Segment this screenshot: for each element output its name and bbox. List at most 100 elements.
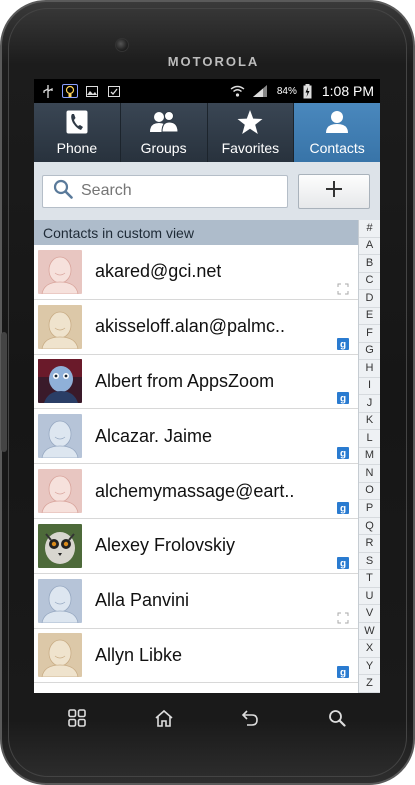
wifi-icon <box>230 84 246 98</box>
back-button[interactable] <box>230 700 270 740</box>
contact-name: Allyn Libke <box>95 644 183 665</box>
search-box[interactable] <box>42 174 288 208</box>
star-icon <box>237 108 263 136</box>
index-letter[interactable]: J <box>359 395 380 413</box>
index-letter[interactable]: S <box>359 553 380 571</box>
brand-logo: MOTOROLA <box>167 54 260 69</box>
menu-button[interactable] <box>57 700 97 740</box>
front-camera <box>115 38 129 52</box>
contact-row[interactable]: Albert from AppsZoom g <box>34 354 358 410</box>
search-icon <box>53 179 73 204</box>
contact-name: akared@gci.net <box>95 261 222 282</box>
svg-text:g: g <box>340 339 346 350</box>
tab-label: Contacts <box>309 140 365 156</box>
tab-favorites[interactable]: Favorites <box>208 103 295 162</box>
contact-row[interactable]: Alla Panvini <box>34 573 358 629</box>
svg-text:g: g <box>340 394 346 405</box>
google-icon: g <box>337 391 349 405</box>
back-icon <box>241 709 259 732</box>
index-letter[interactable]: # <box>359 220 380 238</box>
tab-contacts[interactable]: Contacts <box>294 103 380 162</box>
index-letter[interactable]: Q <box>359 518 380 536</box>
tab-label: Groups <box>140 140 187 156</box>
index-letter[interactable]: U <box>359 588 380 606</box>
battery-icon <box>300 83 316 98</box>
index-letter[interactable]: A <box>359 238 380 256</box>
tab-groups[interactable]: Groups <box>121 103 208 162</box>
search-input[interactable] <box>81 182 271 200</box>
avatar <box>38 304 82 349</box>
side-button <box>1 332 7 452</box>
person-icon <box>325 108 349 136</box>
alphabet-index[interactable]: # A B C D E F G H I J K L M N O P Q R S T U V W X Y Z <box>358 220 380 693</box>
contact-row[interactable]: Alexey Frolovskiy g <box>34 518 358 574</box>
screen: 84% 1:08 PM Phone Groups Favorites Conta… <box>34 79 380 693</box>
contact-row[interactable]: alchemymassage@eart.. g <box>34 464 358 519</box>
usb-icon <box>40 84 56 98</box>
index-letter[interactable]: P <box>359 500 380 518</box>
contact-row[interactable]: akisseloff.alan@palmc.. g <box>34 299 358 355</box>
index-letter[interactable]: B <box>359 255 380 273</box>
home-button[interactable] <box>144 700 184 740</box>
tab-phone[interactable]: Phone <box>34 103 121 162</box>
google-icon: g <box>337 446 349 460</box>
signal-icon <box>252 84 268 98</box>
svg-text:g: g <box>340 558 346 569</box>
avatar <box>38 359 82 404</box>
index-letter[interactable]: I <box>359 378 380 396</box>
svg-text:g: g <box>340 668 346 679</box>
tab-bar: Phone Groups Favorites Contacts <box>34 103 380 162</box>
phone-contact-icon <box>337 611 349 624</box>
index-letter[interactable]: C <box>359 273 380 291</box>
index-letter[interactable]: R <box>359 535 380 553</box>
contact-name: Alexey Frolovskiy <box>95 535 236 556</box>
avatar <box>38 249 82 294</box>
google-icon: g <box>337 665 349 679</box>
svg-text:g: g <box>340 503 346 514</box>
contact-name: Alcazar. Jaime <box>95 425 213 446</box>
index-letter[interactable]: D <box>359 290 380 308</box>
index-letter[interactable]: V <box>359 605 380 623</box>
index-letter[interactable]: F <box>359 325 380 343</box>
google-icon: g <box>337 501 349 514</box>
contact-list-area: Contacts in custom view akared@gci.net ak… <box>34 220 380 693</box>
home-icon <box>154 709 174 732</box>
contact-name: akisseloff.alan@palmc.. <box>95 316 286 337</box>
status-bar: 84% 1:08 PM <box>34 79 380 103</box>
index-letter[interactable]: K <box>359 413 380 431</box>
google-icon: g <box>337 556 349 569</box>
index-letter[interactable]: N <box>359 465 380 483</box>
index-letter[interactable]: M <box>359 448 380 466</box>
phone-contact-icon <box>337 282 349 295</box>
contact-list[interactable]: akared@gci.net akisseloff.alan@palmc.. g Al… <box>34 245 358 684</box>
contact-row[interactable]: Allyn Libke g <box>34 628 358 684</box>
index-letter[interactable]: G <box>359 343 380 361</box>
index-letter[interactable]: Z <box>359 675 380 693</box>
index-letter[interactable]: W <box>359 623 380 641</box>
search-icon <box>328 709 346 732</box>
search-button[interactable] <box>317 700 357 740</box>
battery-percent: 84% <box>276 85 297 97</box>
index-letter[interactable]: X <box>359 640 380 658</box>
nav-bar <box>34 700 380 740</box>
avatar <box>38 578 82 623</box>
index-letter[interactable]: T <box>359 570 380 588</box>
calendar-icon <box>106 84 122 98</box>
google-icon: g <box>337 337 349 350</box>
search-row <box>34 162 380 220</box>
add-contact-button[interactable] <box>298 173 370 209</box>
lightbulb-icon <box>62 84 78 98</box>
tab-label: Phone <box>56 140 98 156</box>
section-header: Contacts in custom view <box>34 220 358 245</box>
index-letter[interactable]: Y <box>359 658 380 676</box>
contact-name: Alla Panvini <box>95 590 190 611</box>
index-letter[interactable]: H <box>359 360 380 378</box>
avatar <box>38 633 82 678</box>
contact-row[interactable]: akared@gci.net <box>34 245 358 300</box>
index-letter[interactable]: L <box>359 430 380 448</box>
phone-icon <box>66 108 88 136</box>
index-letter[interactable]: E <box>359 308 380 326</box>
index-letter[interactable]: O <box>359 483 380 501</box>
avatar <box>38 523 82 568</box>
contact-row[interactable]: Alcazar. Jaime g <box>34 409 358 465</box>
